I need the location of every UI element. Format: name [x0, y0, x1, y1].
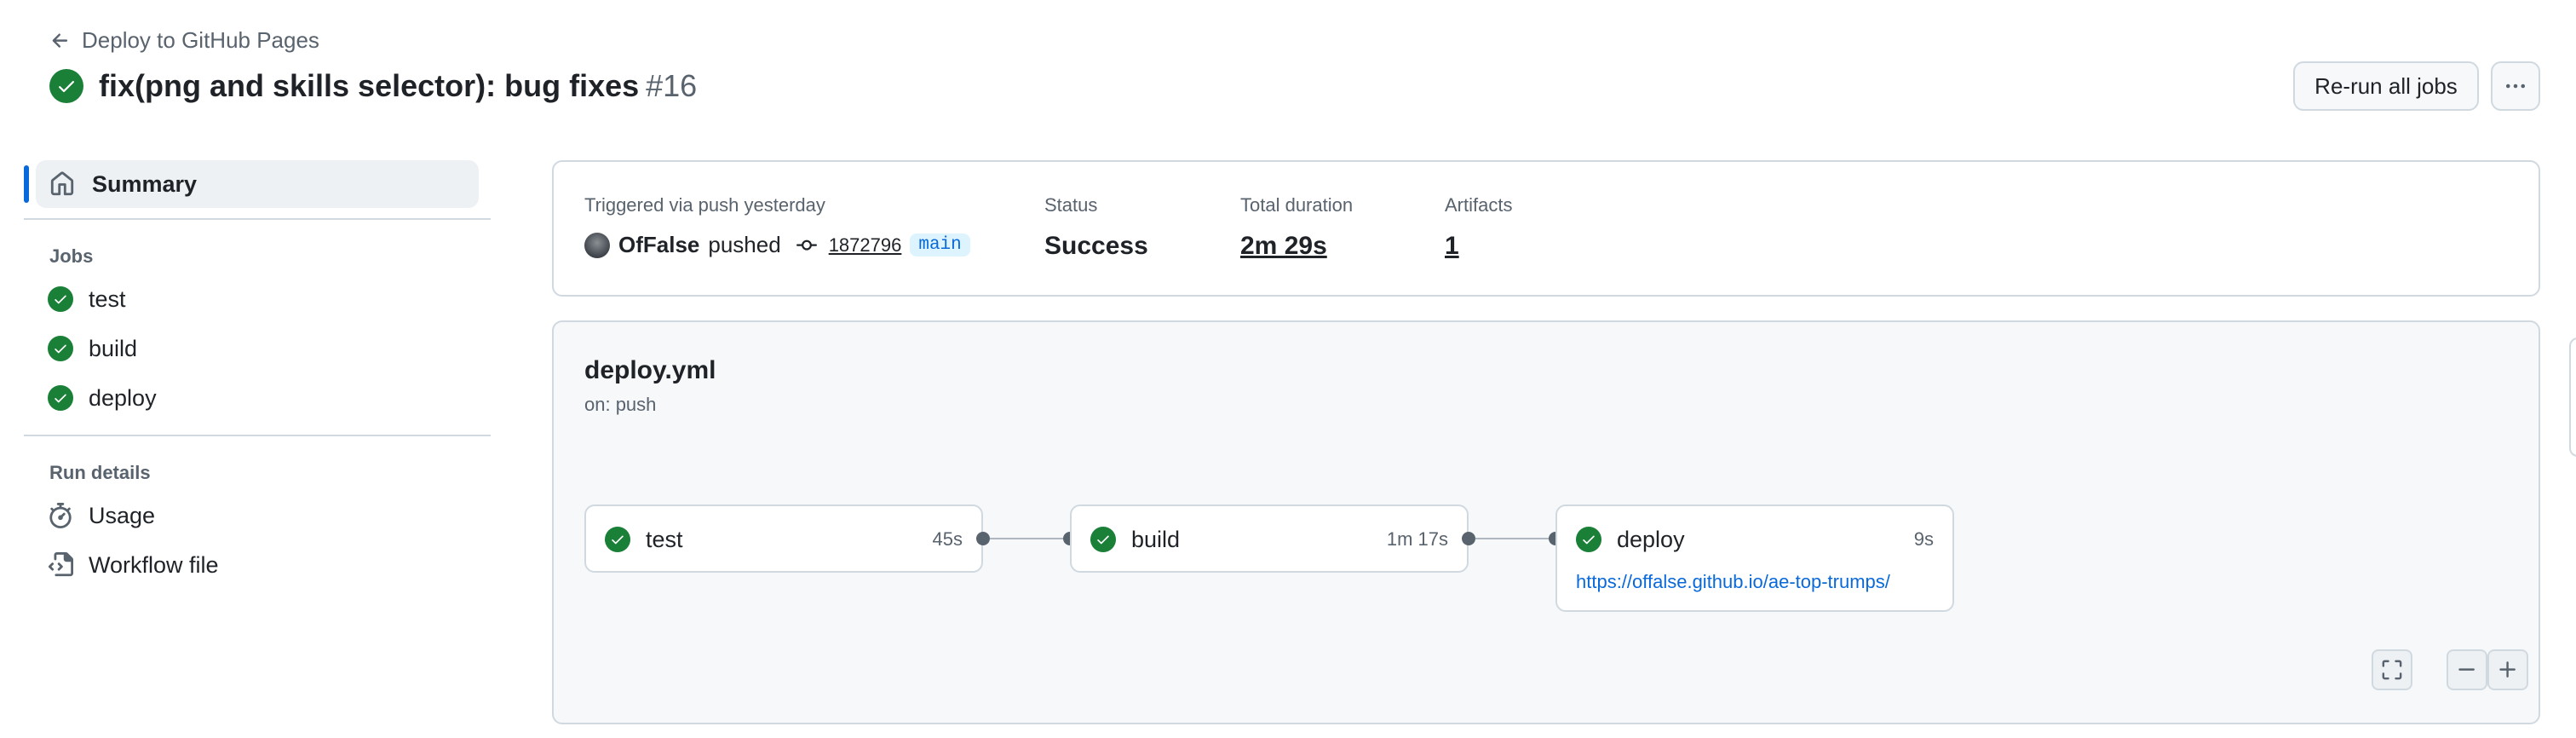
deployment-url-link[interactable]: https://offalse.github.io/ae-top-trumps/ [1576, 571, 1890, 593]
page-title-row: fix(png and skills selector): bug fixes #… [49, 68, 697, 104]
kebab-horizontal-icon [2505, 84, 2526, 89]
divider [24, 218, 491, 220]
fullscreen-button[interactable] [2372, 649, 2412, 690]
graph-connector [990, 538, 1067, 539]
arrow-left-icon [52, 32, 68, 48]
run-details-section-title: Run details [49, 462, 151, 483]
workflow-graph: deploy.yml on: push test 45s build 1m 17… [552, 320, 2540, 724]
success-check-icon [605, 527, 630, 552]
side-panel-tab[interactable] [2569, 337, 2576, 457]
stopwatch-icon [49, 503, 72, 528]
branch-badge[interactable]: main [910, 234, 970, 257]
job-name: test [646, 526, 683, 552]
artifacts-count-link[interactable]: 1 [1445, 232, 1512, 261]
zoom-in-button[interactable] [2487, 649, 2528, 690]
duration-link[interactable]: 2m 29s [1240, 232, 1353, 261]
job-duration: 45s [932, 528, 963, 550]
sidebar-item-label: test [89, 285, 126, 312]
status-value: Success [1044, 232, 1148, 260]
job-card-deploy[interactable]: deploy 9s https://offalse.github.io/ae-t… [1555, 504, 1954, 612]
sidebar-item-job-build[interactable]: build [48, 324, 491, 373]
sidebar-item-usage[interactable]: Usage [48, 491, 491, 540]
trigger-info: Triggered via push yesterday OfFalse pus… [584, 194, 970, 258]
back-link-label: Deploy to GitHub Pages [82, 27, 319, 53]
job-duration: 9s [1913, 528, 1934, 550]
git-commit-icon [796, 239, 817, 251]
sidebar-item-job-test[interactable]: test [48, 274, 491, 324]
job-duration: 1m 17s [1386, 528, 1448, 550]
minus-icon [2458, 668, 2475, 671]
rerun-all-jobs-button[interactable]: Re-run all jobs [2293, 61, 2479, 111]
more-options-button[interactable] [2491, 61, 2540, 111]
artifacts-info: Artifacts 1 [1445, 194, 1512, 261]
job-card-test[interactable]: test 45s [584, 504, 983, 573]
success-check-icon [1576, 527, 1601, 552]
status-info: Status Success [1044, 194, 1148, 261]
success-check-icon [48, 385, 73, 411]
divider [24, 435, 491, 436]
run-summary-card: Triggered via push yesterday OfFalse pus… [552, 160, 2540, 297]
graph-connector [1475, 538, 1552, 539]
screen-full-icon [2382, 660, 2402, 680]
success-check-icon [49, 69, 83, 103]
active-indicator [24, 165, 29, 203]
sidebar-item-label: Workflow file [89, 551, 219, 578]
jobs-section-title: Jobs [49, 245, 94, 267]
sidebar-item-label: build [89, 335, 138, 361]
job-card-build[interactable]: build 1m 17s [1070, 504, 1469, 573]
run-number: #16 [646, 68, 698, 103]
artifacts-label: Artifacts [1445, 194, 1513, 216]
job-name: build [1131, 526, 1181, 552]
job-name: deploy [1617, 526, 1685, 552]
sidebar-item-summary[interactable]: Summary [24, 160, 479, 208]
plus-icon [2499, 661, 2516, 677]
triggered-label: Triggered via push yesterday [584, 194, 825, 216]
success-check-icon [48, 286, 73, 312]
sidebar-item-label: Summary [92, 170, 198, 197]
duration-info: Total duration 2m 29s [1240, 194, 1353, 261]
zoom-out-button[interactable] [2447, 649, 2487, 690]
graph-node-out [1462, 532, 1475, 545]
home-icon [50, 171, 74, 196]
graph-node-out [976, 532, 990, 545]
success-check-icon [48, 336, 73, 361]
run-title: fix(png and skills selector): bug fixes [99, 68, 640, 103]
sidebar-item-label: deploy [89, 384, 157, 411]
page-title: fix(png and skills selector): bug fixes #… [99, 68, 697, 104]
push-action: pushed [708, 232, 781, 257]
sidebar-item-job-deploy[interactable]: deploy [48, 373, 491, 423]
avatar[interactable] [584, 232, 610, 258]
sidebar-item-workflow-file[interactable]: Workflow file [48, 540, 491, 590]
actor-name[interactable]: OfFalse [618, 232, 699, 258]
duration-label: Total duration [1240, 194, 1354, 216]
file-code-icon [48, 552, 73, 577]
success-check-icon [1090, 527, 1116, 552]
workflow-trigger: on: push [584, 394, 657, 415]
back-link[interactable]: Deploy to GitHub Pages [49, 27, 319, 54]
commit-sha-link[interactable]: 1872796 [829, 234, 902, 257]
sidebar: Summary Jobs test build deploy Run detai… [24, 160, 491, 590]
workflow-file-name: deploy.yml [584, 356, 716, 384]
status-label: Status [1044, 194, 1098, 216]
sidebar-item-label: Usage [89, 502, 156, 528]
